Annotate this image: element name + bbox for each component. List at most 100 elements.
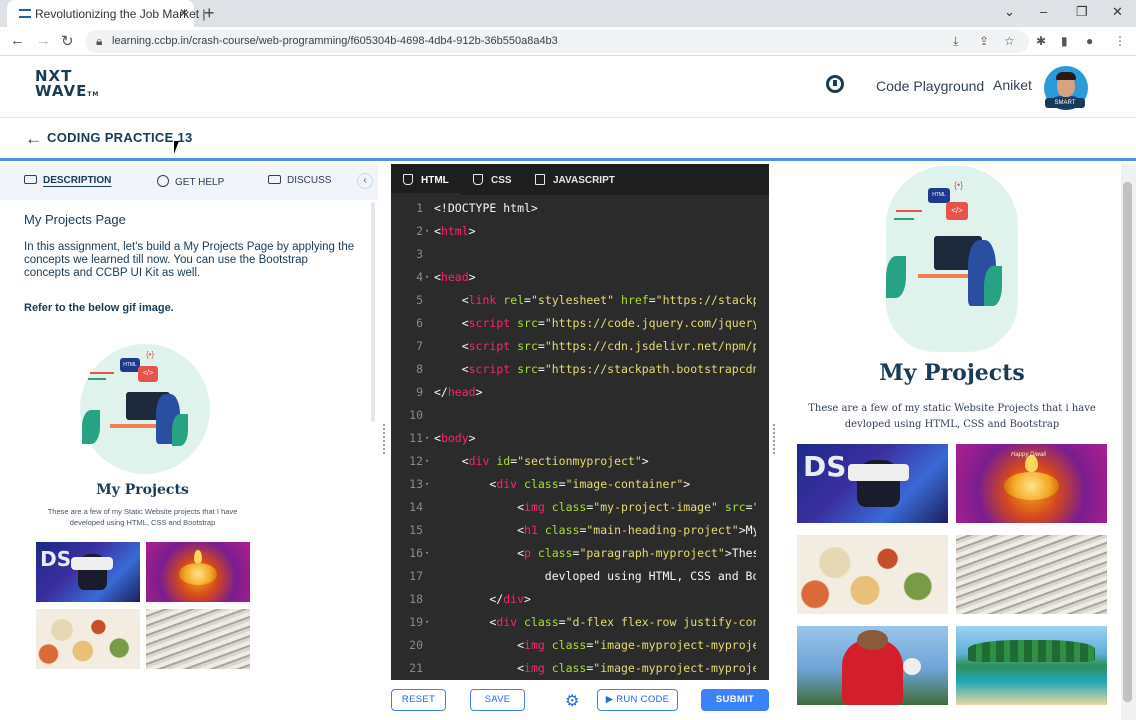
new-tab-button[interactable]: +: [204, 3, 215, 24]
tab-javascript[interactable]: JAVASCRIPT: [535, 174, 615, 186]
forward-arrow-icon[interactable]: →: [36, 32, 51, 49]
chevron-down-icon[interactable]: ⌄: [1004, 4, 1015, 20]
reset-button[interactable]: RESET: [391, 689, 446, 711]
reload-icon[interactable]: ↻: [61, 32, 74, 50]
minimize-icon[interactable]: –: [1040, 4, 1047, 19]
browser-tab[interactable]: Revolutionizing the Job Market | ✕: [7, 0, 206, 27]
install-icon[interactable]: ⤓: [953, 34, 958, 49]
code-line[interactable]: <script src="https://stackpath.bootstrap…: [434, 362, 756, 376]
fold-toggle-icon[interactable]: ▾: [425, 434, 429, 442]
code-line[interactable]: devloped using HTML, CSS and Bo: [434, 569, 756, 583]
fold-toggle-icon[interactable]: ▾: [425, 273, 429, 281]
left-splitter-handle[interactable]: [383, 424, 385, 454]
description-panel: DESCRIPTION GET HELP DISCUSS ‹ My Projec…: [0, 164, 378, 720]
back-arrow-icon[interactable]: ←: [10, 32, 25, 49]
code-line[interactable]: <h1 class="main-heading-project">My: [434, 523, 756, 537]
code-line[interactable]: <body>: [434, 431, 756, 445]
line-number: 20: [409, 638, 423, 652]
project-image-beach: [956, 626, 1107, 705]
preview-title: My Projects: [879, 360, 1025, 386]
panel-tabs: DESCRIPTION GET HELP DISCUSS ‹: [0, 164, 378, 200]
chat-icon: [268, 175, 281, 184]
run-code-button[interactable]: ▶ RUN CODE: [597, 689, 678, 711]
nxtwave-logo[interactable]: NXT WAVETM: [35, 69, 99, 102]
extensions-icon[interactable]: ✱: [1036, 34, 1046, 48]
preview-scrollbar-thumb[interactable]: [1123, 182, 1132, 702]
tab-css[interactable]: CSS: [473, 174, 512, 186]
logo-tm: TM: [87, 91, 100, 98]
profile-icon[interactable]: ●: [1086, 34, 1093, 48]
fold-toggle-icon[interactable]: ▾: [425, 549, 429, 557]
line-number: 9: [416, 385, 423, 399]
line-number: 18: [409, 592, 423, 606]
css3-icon: [473, 174, 483, 185]
code-line[interactable]: <img class="image-myproject-myproje: [434, 661, 756, 675]
code-line[interactable]: <div class="d-flex flex-row justify-con: [434, 615, 756, 629]
code-line[interactable]: <script src="https://cdn.jsdelivr.net/np…: [434, 339, 756, 353]
code-line[interactable]: <head>: [434, 270, 756, 284]
code-line[interactable]: <!DOCTYPE html>: [434, 201, 756, 215]
code-line[interactable]: <link rel="stylesheet" href="https://sta…: [434, 293, 756, 307]
line-number: 13: [409, 477, 423, 491]
code-line[interactable]: </head>: [434, 385, 756, 399]
gif-image-vr: DS: [36, 542, 140, 602]
fold-toggle-icon[interactable]: ▾: [425, 480, 429, 488]
fold-toggle-icon[interactable]: ▾: [425, 457, 429, 465]
code-editor[interactable]: HTML CSS JAVASCRIPT 1 <!DOCTYPE html> 2 ▾ <h…: [391, 164, 769, 680]
save-button[interactable]: SAVE: [470, 689, 525, 711]
code-line[interactable]: <div id="sectionmyproject">: [434, 454, 756, 468]
menu-icon[interactable]: ⋮: [1114, 34, 1126, 48]
avatar-badge: SMART: [1045, 98, 1085, 108]
address-bar-row: ← → ↻ 🔒︎ learning.ccbp.in/crash-course/w…: [0, 27, 1136, 56]
gif-illustration: HTML </> {•}: [76, 340, 216, 480]
line-number: 19: [409, 615, 423, 629]
fold-toggle-icon[interactable]: ▾: [425, 618, 429, 626]
description-text: In this assignment, let's build a My Pro…: [24, 241, 355, 279]
tab-discuss[interactable]: DISCUSS: [268, 175, 331, 186]
star-icon[interactable]: ☆: [1004, 34, 1015, 48]
line-number: 4: [416, 270, 423, 284]
code-line[interactable]: <p class="paragraph-myproject">These: [434, 546, 756, 560]
tab-description[interactable]: DESCRIPTION: [24, 175, 111, 186]
code-playground-link[interactable]: Code Playground: [876, 78, 984, 94]
line-number: 17: [409, 569, 423, 583]
code-line[interactable]: <script src="https://code.jquery.com/jqu…: [434, 316, 756, 330]
code-line[interactable]: <div class="image-container">: [434, 477, 756, 491]
lock-icon[interactable]: 🔒︎: [96, 34, 102, 49]
mouse-cursor: [174, 141, 179, 154]
timer-icon[interactable]: [826, 75, 844, 93]
code-line[interactable]: <html>: [434, 224, 756, 238]
line-number: 10: [409, 408, 423, 422]
restore-icon[interactable]: ❐: [1076, 4, 1088, 20]
code-line[interactable]: <img class="image-myproject-myproje: [434, 638, 756, 652]
gif-image-food: [36, 609, 140, 669]
page-title: CODING PRACTICE 13: [47, 130, 193, 145]
back-arrow-icon[interactable]: ←: [25, 129, 42, 149]
fold-toggle-icon[interactable]: ▾: [425, 227, 429, 235]
code-line[interactable]: </div>: [434, 592, 756, 606]
url-text[interactable]: learning.ccbp.in/crash-course/web-progra…: [112, 35, 558, 47]
close-tab-icon[interactable]: ✕: [179, 6, 189, 20]
browser-tab-bar: Revolutionizing the Job Market | ✕ + ⌄ –…: [0, 0, 1136, 27]
share-icon[interactable]: ⇪: [979, 34, 989, 48]
gif-title: My Projects: [96, 482, 189, 498]
favicon-icon: [19, 9, 31, 18]
panel-scrollbar[interactable]: [371, 202, 375, 422]
code-line[interactable]: <img class="my-project-image" src=": [434, 500, 756, 514]
submit-button[interactable]: SUBMIT: [701, 689, 769, 711]
line-number: 7: [416, 339, 423, 353]
collapse-panel-button[interactable]: ‹: [357, 173, 373, 189]
editor-tabs: HTML CSS JAVASCRIPT: [391, 164, 769, 195]
line-number: 11: [409, 431, 423, 445]
right-splitter-handle[interactable]: [773, 424, 775, 454]
user-name[interactable]: Aniket: [993, 77, 1032, 93]
line-number: 2: [416, 224, 423, 238]
code-area[interactable]: 1 <!DOCTYPE html> 2 ▾ <html> 3 4 ▾ <head> 5 <link…: [391, 195, 769, 680]
project-image-food: [797, 535, 948, 614]
tab-html[interactable]: HTML: [403, 174, 449, 186]
settings-gear-icon[interactable]: ⚙: [565, 691, 579, 711]
close-window-icon[interactable]: ✕: [1112, 4, 1123, 20]
sidepanel-icon[interactable]: ▮: [1061, 34, 1068, 48]
tab-get-help[interactable]: GET HELP: [157, 175, 224, 188]
logo-bottom: WAVE: [35, 82, 88, 100]
